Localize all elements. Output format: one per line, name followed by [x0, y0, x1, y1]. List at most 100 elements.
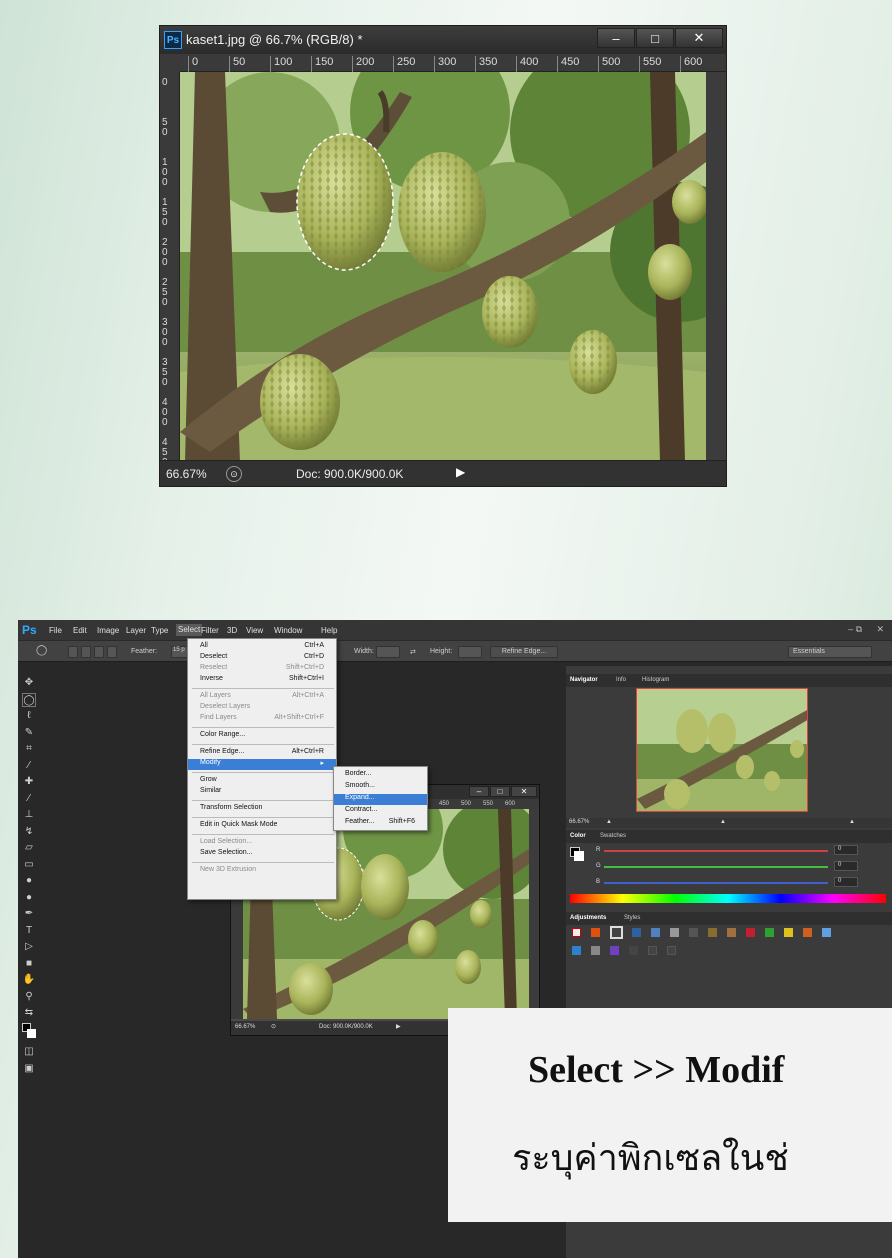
move-tool-icon[interactable]: ✥ — [22, 676, 36, 690]
minimize-button[interactable]: ‒ — [597, 28, 635, 48]
style-swatch[interactable] — [746, 928, 755, 937]
style-swatch[interactable] — [591, 928, 600, 937]
eyedropper-tool-icon[interactable]: ⁄ — [22, 759, 36, 773]
color-value-r[interactable]: 0 — [834, 845, 858, 855]
color-value-g[interactable]: 0 — [834, 861, 858, 871]
menu-item-inverse[interactable]: Inverse Shift+Ctrl+I — [188, 675, 336, 686]
submenu-item-contract[interactable]: Contract... — [334, 806, 427, 817]
history-brush-icon[interactable]: ↯ — [22, 825, 36, 839]
menu-item-color-range[interactable]: Color Range... — [188, 731, 336, 742]
style-swatch[interactable] — [629, 946, 638, 955]
horizontal-ruler[interactable]: 0 50 100 150 200 250 300 350 400 450 500 550 600 — [180, 54, 726, 72]
menu-item-refine-edge[interactable]: Refine Edge... Alt+Ctrl+R — [188, 748, 336, 759]
panel-tab-adjustments[interactable]: Adjustments — [570, 915, 606, 921]
swap-icon[interactable]: ⇄ — [410, 648, 416, 656]
menu-window[interactable]: Window — [274, 626, 302, 635]
workspace-select[interactable]: Essentials — [788, 646, 872, 658]
menu-item-edit-in-quick-mask-mode[interactable]: Edit in Quick Mask Mode — [188, 821, 336, 832]
swap-colors-icon[interactable]: ⇆ — [22, 1006, 36, 1020]
crop-tool-icon[interactable]: ⌗ — [22, 742, 36, 756]
menu-file[interactable]: File — [49, 626, 62, 635]
style-swatch[interactable] — [670, 928, 679, 937]
menu-item-transform-selection[interactable]: Transform Selection — [188, 804, 336, 815]
vertical-scrollbar[interactable] — [706, 72, 726, 462]
panel-tab-navigator[interactable]: Navigator — [570, 677, 598, 683]
close-button[interactable]: ✕ — [675, 28, 723, 48]
style-swatch[interactable] — [708, 928, 717, 937]
style-swatch[interactable] — [689, 928, 698, 937]
hand-tool-icon[interactable]: ✋ — [22, 973, 36, 987]
mini-status-icon[interactable]: ⊙ — [271, 1023, 276, 1030]
gradient-tool-icon[interactable]: ▭ — [22, 858, 36, 872]
close-app-button[interactable]: ✕ — [876, 624, 884, 635]
style-swatch[interactable] — [822, 928, 831, 937]
path-select-icon[interactable]: ▷ — [22, 940, 36, 954]
zoom-in-icon[interactable]: ▲ — [849, 819, 855, 825]
navigator-zoom-bar[interactable]: 66.67% ▲ ▲ ▲ — [566, 818, 892, 828]
document-window[interactable]: Ps kaset1.jpg @ 66.7% (RGB/8) * ‒ □ ✕ 0 5… — [159, 25, 727, 487]
submenu-item-feather[interactable]: Feather... Shift+F6 — [334, 818, 427, 829]
menu-edit[interactable]: Edit — [73, 626, 87, 635]
style-swatch[interactable] — [784, 928, 793, 937]
mini-close-button[interactable]: ✕ — [511, 786, 537, 797]
dodge-tool-icon[interactable]: ● — [22, 891, 36, 905]
intersect-selection-icon[interactable] — [107, 646, 117, 658]
color-slider-b[interactable] — [604, 882, 828, 884]
menu-filter[interactable]: Filter — [201, 626, 219, 635]
style-swatch[interactable] — [803, 928, 812, 937]
screen-mode-icon[interactable]: ▣ — [22, 1062, 36, 1076]
background-color-swatch[interactable] — [574, 851, 584, 861]
status-info-icon[interactable]: ⊙ — [226, 466, 242, 482]
menu-item-modify[interactable]: Modify ▸ — [188, 759, 336, 770]
pen-tool-icon[interactable]: ✒ — [22, 907, 36, 921]
style-swatch[interactable] — [648, 946, 657, 955]
modify-submenu[interactable]: Border... Smooth... Expand... Contract... Fe… — [333, 766, 428, 831]
style-swatch[interactable] — [591, 946, 600, 955]
style-swatch[interactable] — [727, 928, 736, 937]
color-swatches-icon[interactable] — [22, 1022, 36, 1043]
restore-button[interactable]: ‒ ⧉ — [848, 624, 862, 635]
style-swatch[interactable] — [765, 928, 774, 937]
vertical-ruler[interactable]: 050100150200250300350400450 — [160, 72, 180, 468]
style-swatch[interactable] — [610, 926, 623, 939]
style-swatch[interactable] — [632, 928, 641, 937]
mini-arrow-icon[interactable]: ▶ — [396, 1023, 401, 1030]
lasso-tool-icon[interactable]: ℓ — [22, 709, 36, 723]
eraser-tool-icon[interactable]: ▱ — [22, 841, 36, 855]
color-slider-r[interactable] — [604, 850, 828, 852]
menu-item-deselect[interactable]: Deselect Ctrl+D — [188, 653, 336, 664]
mini-zoom[interactable]: 66.67% — [235, 1024, 255, 1030]
brush-tool-icon[interactable]: ⁄ — [22, 792, 36, 806]
color-slider-g[interactable] — [604, 866, 828, 868]
menu-layer[interactable]: Layer — [126, 626, 146, 635]
mini-maximize-button[interactable]: □ — [490, 786, 510, 797]
quick-select-tool-icon[interactable]: ✎ — [22, 726, 36, 740]
new-selection-icon[interactable] — [68, 646, 78, 658]
blur-tool-icon[interactable]: ● — [22, 874, 36, 888]
menu-item-all[interactable]: All Ctrl+A — [188, 642, 336, 653]
shape-tool-icon[interactable]: ■ — [22, 957, 36, 971]
style-swatch[interactable] — [572, 946, 581, 955]
submenu-item-border[interactable]: Border... — [334, 770, 427, 781]
submenu-item-smooth[interactable]: Smooth... — [334, 782, 427, 793]
menu-select[interactable]: Select — [176, 624, 203, 636]
document-canvas[interactable] — [180, 72, 706, 462]
mini-scrollbar[interactable] — [529, 809, 539, 1019]
zoom-out-icon[interactable]: ▲ — [606, 819, 612, 825]
style-swatch[interactable] — [651, 928, 660, 937]
mini-minimize-button[interactable]: ‒ — [469, 786, 489, 797]
style-swatch[interactable] — [610, 946, 619, 955]
style-swatch[interactable] — [667, 946, 676, 955]
width-input[interactable] — [376, 646, 400, 658]
menu-item-save-selection[interactable]: Save Selection... — [188, 849, 336, 860]
status-menu-arrow-icon[interactable]: ▶ — [456, 465, 465, 479]
subtract-selection-icon[interactable] — [94, 646, 104, 658]
panel-tab-swatches[interactable]: Swatches — [600, 833, 626, 839]
type-tool-icon[interactable]: T — [22, 924, 36, 938]
menu-image[interactable]: Image — [97, 626, 119, 635]
menu-type[interactable]: Type — [151, 626, 168, 635]
ellipse-marquee-icon[interactable]: ◯ — [36, 645, 47, 656]
menu-item-grow[interactable]: Grow — [188, 776, 336, 787]
quick-mask-icon[interactable]: ◫ — [22, 1045, 36, 1059]
menu-view[interactable]: View — [246, 626, 263, 635]
